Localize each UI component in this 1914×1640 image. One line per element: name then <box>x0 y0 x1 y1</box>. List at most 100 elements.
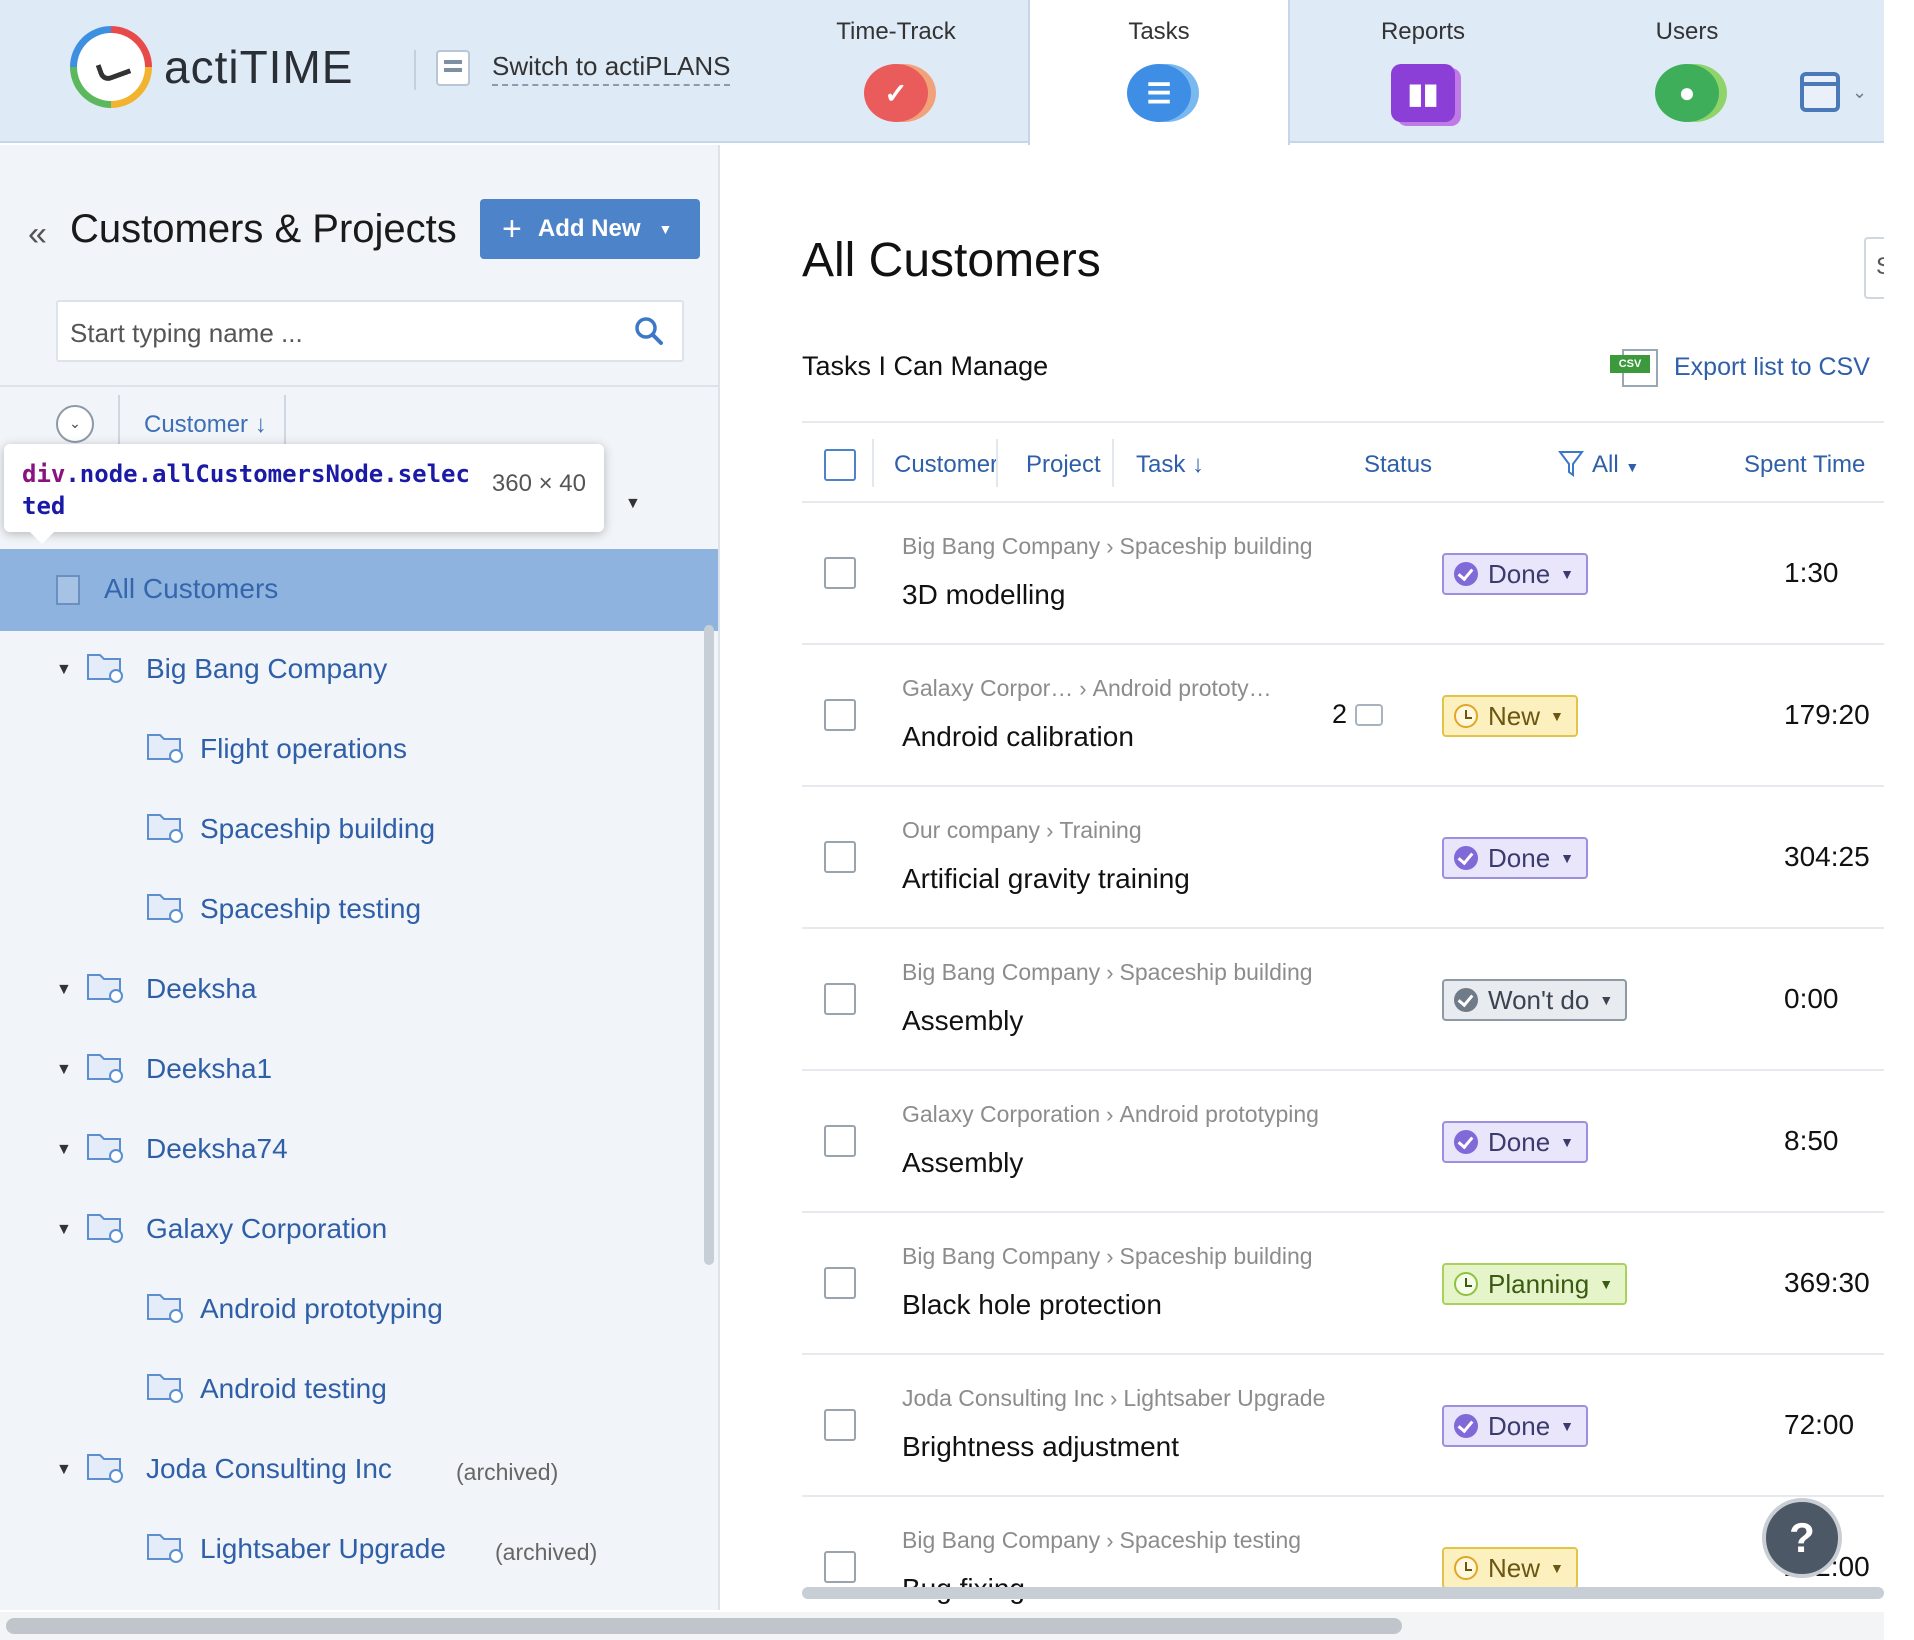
check-circle-icon <box>1454 1130 1478 1154</box>
task-project[interactable]: Spaceship testing <box>1120 1527 1302 1554</box>
status-dropdown[interactable]: New ▼ <box>1442 695 1578 737</box>
task-customer[interactable]: Galaxy Corporation <box>902 1101 1100 1128</box>
tree-customer-galaxy-corporation[interactable]: ▼ Galaxy Corporation <box>0 1191 700 1271</box>
status-filter-dropdown[interactable]: All ▼ <box>1592 451 1639 479</box>
task-project[interactable]: Android prototyping <box>1119 1101 1318 1128</box>
tree-project-spaceship-testing[interactable]: Spaceship testing <box>0 871 700 951</box>
table-row[interactable]: Big Bang Company › Spaceship building Black… <box>802 1213 1884 1355</box>
tree-project-android-testing[interactable]: Android testing <box>0 1351 700 1431</box>
table-row[interactable]: Big Bang Company › Spaceship building Assem… <box>802 929 1884 1071</box>
column-customer[interactable]: Customer <box>894 451 998 479</box>
task-customer[interactable]: Galaxy Corpor… <box>902 675 1073 702</box>
task-name[interactable]: Black hole protection <box>902 1289 1162 1321</box>
comments-count[interactable]: 2 <box>1332 699 1384 730</box>
chevron-down-icon[interactable]: ⌄ <box>1852 82 1867 103</box>
task-project[interactable]: Spaceship building <box>1120 1243 1313 1270</box>
caret-down-icon[interactable]: ▼ <box>625 495 641 513</box>
table-horizontal-scrollbar[interactable] <box>802 1587 1884 1599</box>
top-right-control[interactable]: S <box>1864 237 1884 299</box>
row-checkbox[interactable] <box>824 1409 856 1441</box>
tree-customer-deeksha1[interactable]: ▼ Deeksha1 <box>0 1031 700 1111</box>
expand-collapse-all-toggle[interactable]: ⌄ <box>56 405 94 443</box>
tree-project-android-prototyping[interactable]: Android prototyping <box>0 1271 700 1351</box>
column-status[interactable]: Status <box>1364 451 1432 479</box>
table-row[interactable]: Galaxy Corporation › Android prototyping As… <box>802 1071 1884 1213</box>
expand-arrow-icon[interactable]: ▼ <box>56 1461 72 1479</box>
tree-customer-deeksha[interactable]: ▼ Deeksha <box>0 951 700 1031</box>
table-row[interactable]: Joda Consulting Inc › Lightsaber Upgrade Br… <box>802 1355 1884 1497</box>
sort-by-customer[interactable]: Customer ↓ <box>144 411 267 439</box>
table-row[interactable]: Galaxy Corpor… › Android prototy… Android c… <box>802 645 1884 787</box>
table-row[interactable]: Our company › Training Artificial gravity t… <box>802 787 1884 929</box>
task-customer[interactable]: Our company <box>902 817 1040 844</box>
expand-arrow-icon[interactable]: ▼ <box>56 1061 72 1079</box>
status-dropdown[interactable]: Done ▼ <box>1442 837 1589 879</box>
expand-arrow-icon[interactable]: ▼ <box>56 981 72 999</box>
task-project[interactable]: Spaceship building <box>1120 959 1313 986</box>
row-checkbox[interactable] <box>824 983 856 1015</box>
task-customer[interactable]: Big Bang Company <box>902 1527 1100 1554</box>
task-name[interactable]: Android calibration <box>902 721 1134 753</box>
task-name[interactable]: Assembly <box>902 1147 1023 1179</box>
tree-project-flight-operations[interactable]: Flight operations <box>0 711 700 791</box>
status-dropdown[interactable]: Planning ▼ <box>1442 1263 1628 1305</box>
task-name[interactable]: 3D modelling <box>902 579 1065 611</box>
tab-tasks[interactable]: Tasks ☰ <box>1028 0 1290 145</box>
add-new-label: Add New <box>537 215 641 242</box>
task-project[interactable]: Training <box>1059 817 1141 844</box>
help-button[interactable]: ? <box>1762 1498 1842 1578</box>
tree-item-label: Deeksha <box>146 973 257 1004</box>
status-dropdown[interactable]: Done ▼ <box>1442 553 1589 595</box>
filter-icon[interactable] <box>1558 449 1584 479</box>
list-doc-icon <box>56 575 80 605</box>
task-customer[interactable]: Joda Consulting Inc <box>902 1385 1104 1412</box>
task-name[interactable]: Brightness adjustment <box>902 1431 1179 1463</box>
task-name[interactable]: Assembly <box>902 1005 1023 1037</box>
table-row[interactable]: Big Bang Company › Spaceship building 3D mo… <box>802 503 1884 645</box>
search-icon[interactable] <box>634 316 664 346</box>
row-checkbox[interactable] <box>824 1125 856 1157</box>
column-project[interactable]: Project <box>1026 451 1101 479</box>
row-checkbox[interactable] <box>824 1551 856 1583</box>
row-checkbox[interactable] <box>824 841 856 873</box>
task-customer[interactable]: Big Bang Company <box>902 533 1100 560</box>
switch-to-actiplans-link[interactable]: Switch to actiPLANS <box>416 50 731 86</box>
page-horizontal-scrollbar[interactable] <box>6 1618 1402 1634</box>
row-checkbox[interactable] <box>824 699 856 731</box>
row-checkbox[interactable] <box>824 1267 856 1299</box>
column-spent-time[interactable]: Spent Time <box>1744 451 1865 479</box>
export-csv-link[interactable]: CSV Export list to CSV <box>1610 349 1870 387</box>
tree-customer-joda-consulting-inc[interactable]: ▼ Joda Consulting Inc (archived) <box>0 1431 700 1511</box>
expand-arrow-icon[interactable]: ▼ <box>56 1221 72 1239</box>
sidebar-scrollbar[interactable] <box>704 625 714 1265</box>
tree-item-all-customers[interactable]: All Customers <box>0 549 718 631</box>
status-dropdown[interactable]: Won't do ▼ <box>1442 979 1628 1021</box>
select-all-checkbox[interactable] <box>824 449 856 481</box>
column-task[interactable]: Task ↓ <box>1136 451 1204 479</box>
actitime-logo[interactable]: actiTIME <box>70 26 353 108</box>
task-customer[interactable]: Big Bang Company <box>902 1243 1100 1270</box>
tree-customer-deeksha74[interactable]: ▼ Deeksha74 <box>0 1111 700 1191</box>
tab-reports[interactable]: Reports ▮▮ <box>1292 0 1554 143</box>
tree-project-spaceship-building[interactable]: Spaceship building <box>0 791 700 871</box>
status-dropdown[interactable]: Done ▼ <box>1442 1405 1589 1447</box>
add-new-button[interactable]: + Add New ▼ <box>480 199 700 259</box>
task-name[interactable]: Artificial gravity training <box>902 863 1190 895</box>
customer-search-input[interactable]: Start typing name ... <box>56 300 684 362</box>
tab-time-track[interactable]: Time-Track ✓ <box>765 0 1027 143</box>
task-project[interactable]: Lightsaber Upgrade <box>1123 1385 1325 1412</box>
status-dropdown[interactable]: Done ▼ <box>1442 1121 1589 1163</box>
task-project[interactable]: Spaceship building <box>1120 533 1313 560</box>
tree-project-lightsaber-upgrade[interactable]: Lightsaber Upgrade (archived) <box>0 1511 700 1591</box>
task-customer[interactable]: Big Bang Company <box>902 959 1100 986</box>
task-project[interactable]: Android prototy… <box>1093 675 1272 702</box>
expand-arrow-icon[interactable]: ▼ <box>56 1141 72 1159</box>
tab-users[interactable]: Users ● <box>1556 0 1818 143</box>
collapse-sidebar-icon[interactable]: « <box>28 215 47 254</box>
clock-logo-icon <box>70 26 152 108</box>
status-dropdown[interactable]: New ▼ <box>1442 1547 1578 1589</box>
tree-customer-big-bang-company[interactable]: ▼ Big Bang Company <box>0 631 700 711</box>
calendar-icon[interactable] <box>1800 72 1840 112</box>
row-checkbox[interactable] <box>824 557 856 589</box>
expand-arrow-icon[interactable]: ▼ <box>56 661 72 679</box>
